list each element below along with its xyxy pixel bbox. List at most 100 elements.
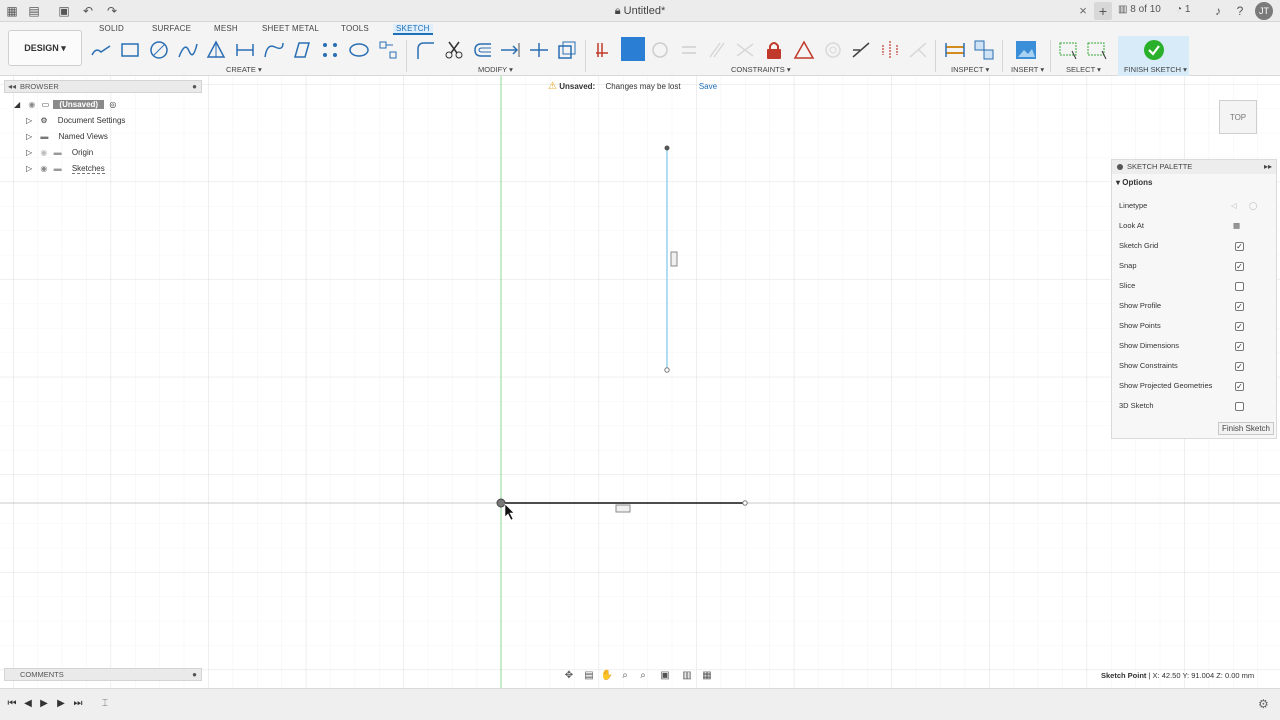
freeform-select-icon[interactable] <box>1086 39 1108 61</box>
arc-tool-icon[interactable] <box>177 39 199 61</box>
equal-icon[interactable] <box>678 39 700 61</box>
parallel-icon[interactable] <box>706 39 728 61</box>
tab-sheet-metal[interactable]: SHEET METAL <box>262 24 319 33</box>
extend-tool-icon[interactable] <box>499 39 521 61</box>
polygon-tool-icon[interactable] <box>205 39 227 61</box>
tab-sketch[interactable]: SKETCH <box>393 24 433 35</box>
activate-icon[interactable]: ◎ <box>109 100 116 109</box>
step-forward-icon[interactable]: ▶ <box>54 697 68 711</box>
job-status[interactable]: ▥ 8 of 10 <box>1118 4 1161 15</box>
insert-image-icon[interactable] <box>1015 39 1037 61</box>
measure-icon[interactable] <box>944 39 966 61</box>
vertical-constraint-glyph[interactable] <box>670 251 678 267</box>
offset-tool-icon[interactable] <box>471 39 493 61</box>
step-back-icon[interactable]: ◀ <box>21 697 35 711</box>
sketch-point-top[interactable] <box>664 145 670 151</box>
fillet-tool-icon[interactable] <box>414 39 436 61</box>
sketch-point-bottom[interactable] <box>664 367 670 373</box>
line-tool-icon[interactable] <box>90 39 112 61</box>
save-link[interactable]: Save <box>699 82 717 91</box>
perpendicular-icon[interactable] <box>850 39 872 61</box>
point-tool-icon[interactable] <box>319 39 341 61</box>
window-select-icon[interactable] <box>1058 39 1080 61</box>
browser-item-origin[interactable]: ▷ ◉ ▬ Origin <box>26 146 93 160</box>
rectangle-tool-icon[interactable] <box>119 39 141 61</box>
go-to-start-icon[interactable]: ⏮ <box>5 697 19 711</box>
fit-icon[interactable]: ⌕ <box>636 669 650 683</box>
create-menu[interactable]: CREATE ▾ <box>226 65 262 74</box>
workspace-switcher[interactable]: DESIGN ▾ <box>8 30 82 66</box>
browser-item-document-settings[interactable]: ▷ ⚙ Document Settings <box>26 114 125 128</box>
play-icon[interactable]: ▶ <box>37 697 51 711</box>
constraints-menu[interactable]: CONSTRAINTS ▾ <box>731 65 791 74</box>
collapse-icon[interactable]: ◂◂ <box>8 81 16 93</box>
grid-settings-icon[interactable]: ▥ <box>680 669 694 683</box>
spline-tool-icon[interactable] <box>263 39 285 61</box>
timeline-marker-icon[interactable]: ⌶ <box>98 697 112 711</box>
interference-icon[interactable] <box>973 39 995 61</box>
sketch-point-right[interactable] <box>742 500 748 506</box>
pin-icon[interactable]: ● <box>192 81 197 93</box>
show-dimensions-checkbox[interactable]: ✓ <box>1235 342 1244 351</box>
browser-item-sketches[interactable]: ▷ ◉ ▬ Sketches <box>26 162 105 176</box>
break-tool-icon[interactable] <box>528 39 550 61</box>
circle-tool-icon[interactable] <box>148 39 170 61</box>
browser-item-root[interactable]: ◢ ◉ ▭ (Unsaved) ◎ <box>14 98 116 112</box>
snap-checkbox[interactable]: ✓ <box>1235 262 1244 271</box>
tab-mesh[interactable]: MESH <box>214 24 238 33</box>
pin-icon[interactable]: ● <box>192 669 197 681</box>
pan-icon[interactable]: ✋ <box>600 669 614 683</box>
modify-menu[interactable]: MODIFY ▾ <box>478 65 513 74</box>
centerline-icon[interactable]: ◯ <box>1249 196 1257 216</box>
finish-sketch-check-icon[interactable] <box>1143 39 1165 61</box>
bell-icon[interactable]: ♪ <box>1210 3 1226 19</box>
app-grid-icon[interactable]: ▦ <box>4 3 20 19</box>
expand-icon[interactable]: ▷ <box>26 148 32 157</box>
origin-point[interactable] <box>496 498 506 508</box>
go-to-end-icon[interactable]: ⏭ <box>71 697 85 711</box>
construction-line-icon[interactable]: ◁ <box>1231 196 1237 216</box>
finish-sketch-button[interactable]: FINISH SKETCH ▾ <box>1124 65 1187 74</box>
calendar-look-at-icon[interactable]: ▦ <box>1233 216 1240 236</box>
browser-header[interactable]: ◂◂ BROWSER ● <box>4 80 202 93</box>
palette-finish-sketch-button[interactable]: Finish Sketch <box>1218 422 1274 435</box>
triangle-constraint-icon[interactable] <box>793 39 815 61</box>
3d-sketch-checkbox[interactable] <box>1235 402 1244 411</box>
trim-tool-icon[interactable] <box>443 39 465 61</box>
tab-tools[interactable]: TOOLS <box>341 24 369 33</box>
tangent-icon[interactable] <box>734 39 756 61</box>
horizontal-vertical-icon[interactable] <box>592 39 614 61</box>
view-cube[interactable]: TOP <box>1219 100 1257 134</box>
sketch-scale-icon[interactable] <box>556 39 578 61</box>
concentric-icon[interactable] <box>649 39 671 61</box>
expand-icon[interactable]: ◢ <box>14 100 20 109</box>
sketch-grid-checkbox[interactable]: ✓ <box>1235 242 1244 251</box>
browser-item-named-views[interactable]: ▷ ▬ Named Views <box>26 130 108 144</box>
show-points-checkbox[interactable]: ✓ <box>1235 322 1244 331</box>
zoom-icon[interactable]: ⌕ <box>618 669 632 683</box>
notification-count[interactable]: ◔ 1 <box>1176 4 1190 15</box>
symmetry-icon[interactable] <box>879 39 901 61</box>
show-constraints-checkbox[interactable]: ✓ <box>1235 362 1244 371</box>
tab-solid[interactable]: SOLID <box>99 24 124 33</box>
eye-icon[interactable]: ◉ <box>40 164 47 173</box>
show-profile-checkbox[interactable]: ✓ <box>1235 302 1244 311</box>
document-title[interactable]: Untitled* <box>624 5 666 17</box>
expand-icon[interactable]: ▷ <box>26 116 32 125</box>
curvature-icon[interactable] <box>907 39 929 61</box>
horizontal-constraint-glyph[interactable] <box>615 504 631 513</box>
coincident-icon[interactable] <box>620 36 646 62</box>
slice-checkbox[interactable] <box>1235 282 1244 291</box>
look-at-icon[interactable]: ▤ <box>582 669 596 683</box>
ellipse-tool-icon[interactable] <box>348 39 370 61</box>
eye-icon[interactable]: ◉ <box>28 100 35 109</box>
file-icon[interactable]: ▤ <box>26 3 42 19</box>
expand-icon[interactable]: ▷ <box>26 164 32 173</box>
show-projected-checkbox[interactable]: ✓ <box>1235 382 1244 391</box>
conic-tool-icon[interactable] <box>291 39 313 61</box>
midpoint-icon[interactable] <box>822 39 844 61</box>
redo-icon[interactable]: ↷ <box>104 3 120 19</box>
pattern-tool-icon[interactable] <box>377 39 399 61</box>
undo-icon[interactable]: ↶ <box>80 3 96 19</box>
select-menu[interactable]: SELECT ▾ <box>1066 65 1101 74</box>
